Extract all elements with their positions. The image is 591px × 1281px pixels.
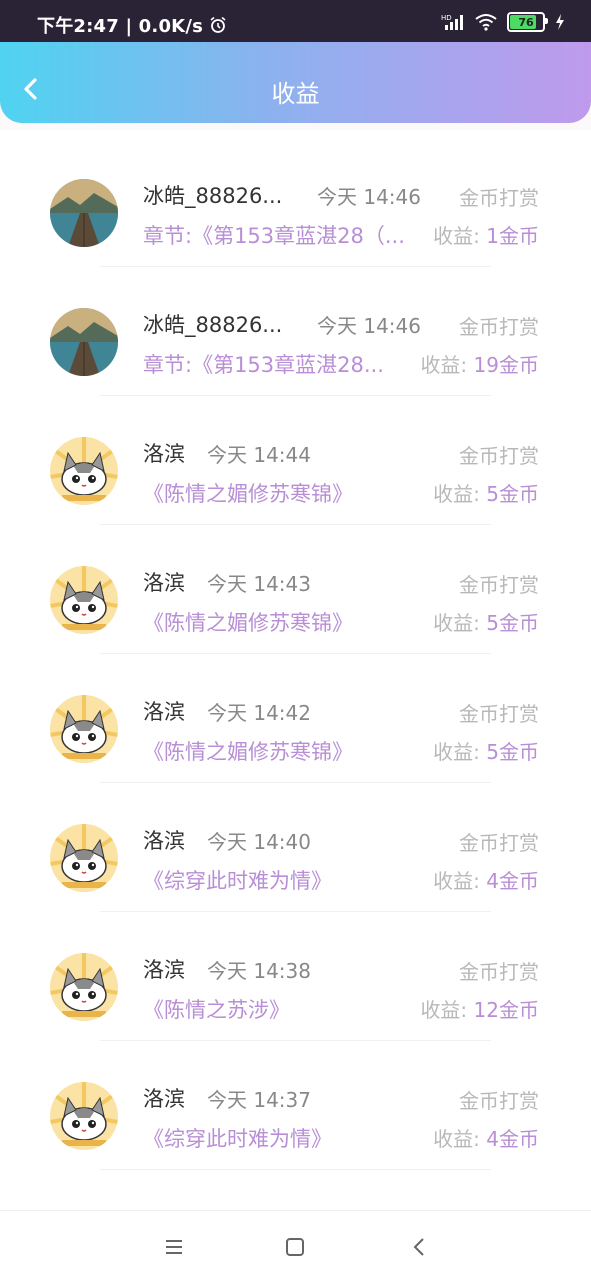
user-name: 洛滨: [143, 1087, 185, 1111]
avatar[interactable]: [50, 437, 118, 505]
avatar[interactable]: [50, 308, 118, 376]
user-name: 洛滨: [143, 442, 185, 466]
reward-time: 今天 14:44: [207, 443, 311, 467]
reward-type: 金币打赏: [459, 315, 539, 339]
avatar[interactable]: [50, 1082, 118, 1150]
earning-value: 4金币: [486, 869, 539, 893]
reward-type: 金币打赏: [459, 573, 539, 597]
earning-value: 5金币: [486, 740, 539, 764]
reward-type: 金币打赏: [459, 831, 539, 855]
earning-value: 4金币: [486, 1127, 539, 1151]
system-nav-bar: [0, 1210, 591, 1281]
earning-label: 收益:: [433, 224, 480, 248]
cat-avatar-icon: [50, 566, 118, 634]
book-title[interactable]: 《综穿此时难为情》: [143, 1123, 332, 1153]
divider: [100, 1169, 491, 1170]
reward-time: 今天 14:40: [207, 830, 311, 854]
user-name: 冰皓_88826...: [143, 313, 283, 337]
earning-label: 收益:: [433, 1127, 480, 1151]
earning-value: 5金币: [486, 611, 539, 635]
book-title[interactable]: 《综穿此时难为情》: [143, 865, 332, 895]
home-icon[interactable]: [283, 1235, 307, 1259]
earning-amount: 收益: 4金币: [433, 1123, 539, 1152]
battery-level: 76: [518, 15, 534, 29]
earnings-list: 冰皓_88826... 今天 14:46 金币打赏 章节:《第153章蓝湛28（…: [0, 130, 591, 1210]
earning-label: 收益:: [420, 998, 468, 1022]
reward-type: 金币打赏: [459, 1089, 539, 1113]
reward-time: 今天 14:46: [317, 185, 421, 209]
menu-icon[interactable]: [162, 1235, 186, 1259]
earning-value: 12金币: [473, 998, 539, 1022]
landscape-avatar-icon: [50, 308, 118, 376]
user-name: 洛滨: [143, 829, 185, 853]
earning-label: 收益:: [433, 740, 480, 764]
reward-type: 金币打赏: [459, 702, 539, 726]
avatar[interactable]: [50, 179, 118, 247]
avatar[interactable]: [50, 695, 118, 763]
wifi-icon: [475, 14, 497, 31]
earnings-row[interactable]: 洛滨 今天 14:37 金币打赏 《综穿此时难为情》 收益: 4金币: [0, 1033, 591, 1170]
earnings-row[interactable]: 洛滨 今天 14:44 金币打赏 《陈情之媚修苏寒锦》 收益: 5金币: [0, 388, 591, 525]
reward-time: 今天 14:37: [207, 1088, 311, 1112]
reward-type: 金币打赏: [459, 960, 539, 984]
earnings-row[interactable]: 洛滨 今天 14:38 金币打赏 《陈情之苏涉》 收益: 12金币: [0, 904, 591, 1041]
status-icons: HD 76: [441, 12, 565, 32]
earning-amount: 收益: 1金币: [433, 220, 539, 249]
book-title[interactable]: 章节:《第153章蓝湛28...: [143, 349, 384, 379]
earning-amount: 收益: 5金币: [433, 478, 539, 507]
book-title[interactable]: 《陈情之媚修苏寒锦》: [143, 607, 353, 637]
earning-amount: 收益: 5金币: [433, 607, 539, 636]
earning-amount: 收益: 12金币: [420, 994, 539, 1023]
nav-back-icon[interactable]: [408, 1235, 432, 1259]
reward-time: 今天 14:38: [207, 959, 311, 983]
status-time: 下午2:47 | 0.0K/s: [37, 12, 227, 38]
earning-label: 收益:: [433, 482, 480, 506]
reward-time: 今天 14:43: [207, 572, 311, 596]
avatar[interactable]: [50, 824, 118, 892]
battery-icon: 76: [507, 12, 548, 32]
avatar[interactable]: [50, 566, 118, 634]
cat-avatar-icon: [50, 1082, 118, 1150]
reward-type: 金币打赏: [459, 186, 539, 210]
earning-amount: 收益: 5金币: [433, 736, 539, 765]
earnings-row[interactable]: 冰皓_88826... 今天 14:46 金币打赏 章节:《第153章蓝湛28.…: [0, 259, 591, 396]
earnings-row[interactable]: 洛滨 今天 14:43 金币打赏 《陈情之媚修苏寒锦》 收益: 5金币: [0, 517, 591, 654]
reward-time: 今天 14:42: [207, 701, 311, 725]
earning-value: 5金币: [486, 482, 539, 506]
user-name: 洛滨: [143, 571, 185, 595]
earning-label: 收益:: [433, 869, 480, 893]
signal-icon: HD: [441, 14, 463, 30]
landscape-avatar-icon: [50, 179, 118, 247]
alarm-icon: [210, 16, 226, 33]
earnings-row[interactable]: 洛滨 今天 14:42 金币打赏 《陈情之媚修苏寒锦》 收益: 5金币: [0, 646, 591, 783]
user-name: 洛滨: [143, 958, 185, 982]
cat-avatar-icon: [50, 695, 118, 763]
page-title: 收益: [271, 80, 320, 108]
reward-type: 金币打赏: [459, 444, 539, 468]
user-name: 洛滨: [143, 700, 185, 724]
book-title[interactable]: 《陈情之苏涉》: [143, 994, 290, 1024]
book-title[interactable]: 《陈情之媚修苏寒锦》: [143, 478, 353, 508]
status-time-text: 下午2:47 | 0.0K/s: [37, 16, 204, 37]
avatar[interactable]: [50, 953, 118, 1021]
earning-amount: 收益: 4金币: [433, 865, 539, 894]
reward-time: 今天 14:46: [317, 314, 421, 338]
earning-label: 收益:: [433, 611, 480, 635]
earning-value: 1金币: [486, 224, 539, 248]
cat-avatar-icon: [50, 824, 118, 892]
status-bar: 下午2:47 | 0.0K/s HD 76: [0, 0, 591, 42]
earning-value: 19金币: [473, 353, 539, 377]
earning-amount: 收益: 19金币: [420, 349, 539, 378]
earning-label: 收益:: [420, 353, 468, 377]
cat-avatar-icon: [50, 437, 118, 505]
user-name: 冰皓_88826...: [143, 184, 283, 208]
cat-avatar-icon: [50, 953, 118, 1021]
header-bar: 下午2:47 | 0.0K/s HD 76 收益: [0, 0, 591, 123]
charging-icon: [556, 14, 564, 30]
book-title[interactable]: 章节:《第153章蓝湛28（...: [143, 220, 405, 250]
earnings-row[interactable]: 洛滨 今天 14:40 金币打赏 《综穿此时难为情》 收益: 4金币: [0, 775, 591, 912]
earnings-row[interactable]: 冰皓_88826... 今天 14:46 金币打赏 章节:《第153章蓝湛28（…: [0, 130, 591, 267]
book-title[interactable]: 《陈情之媚修苏寒锦》: [143, 736, 353, 766]
svg-text:HD: HD: [441, 14, 452, 22]
